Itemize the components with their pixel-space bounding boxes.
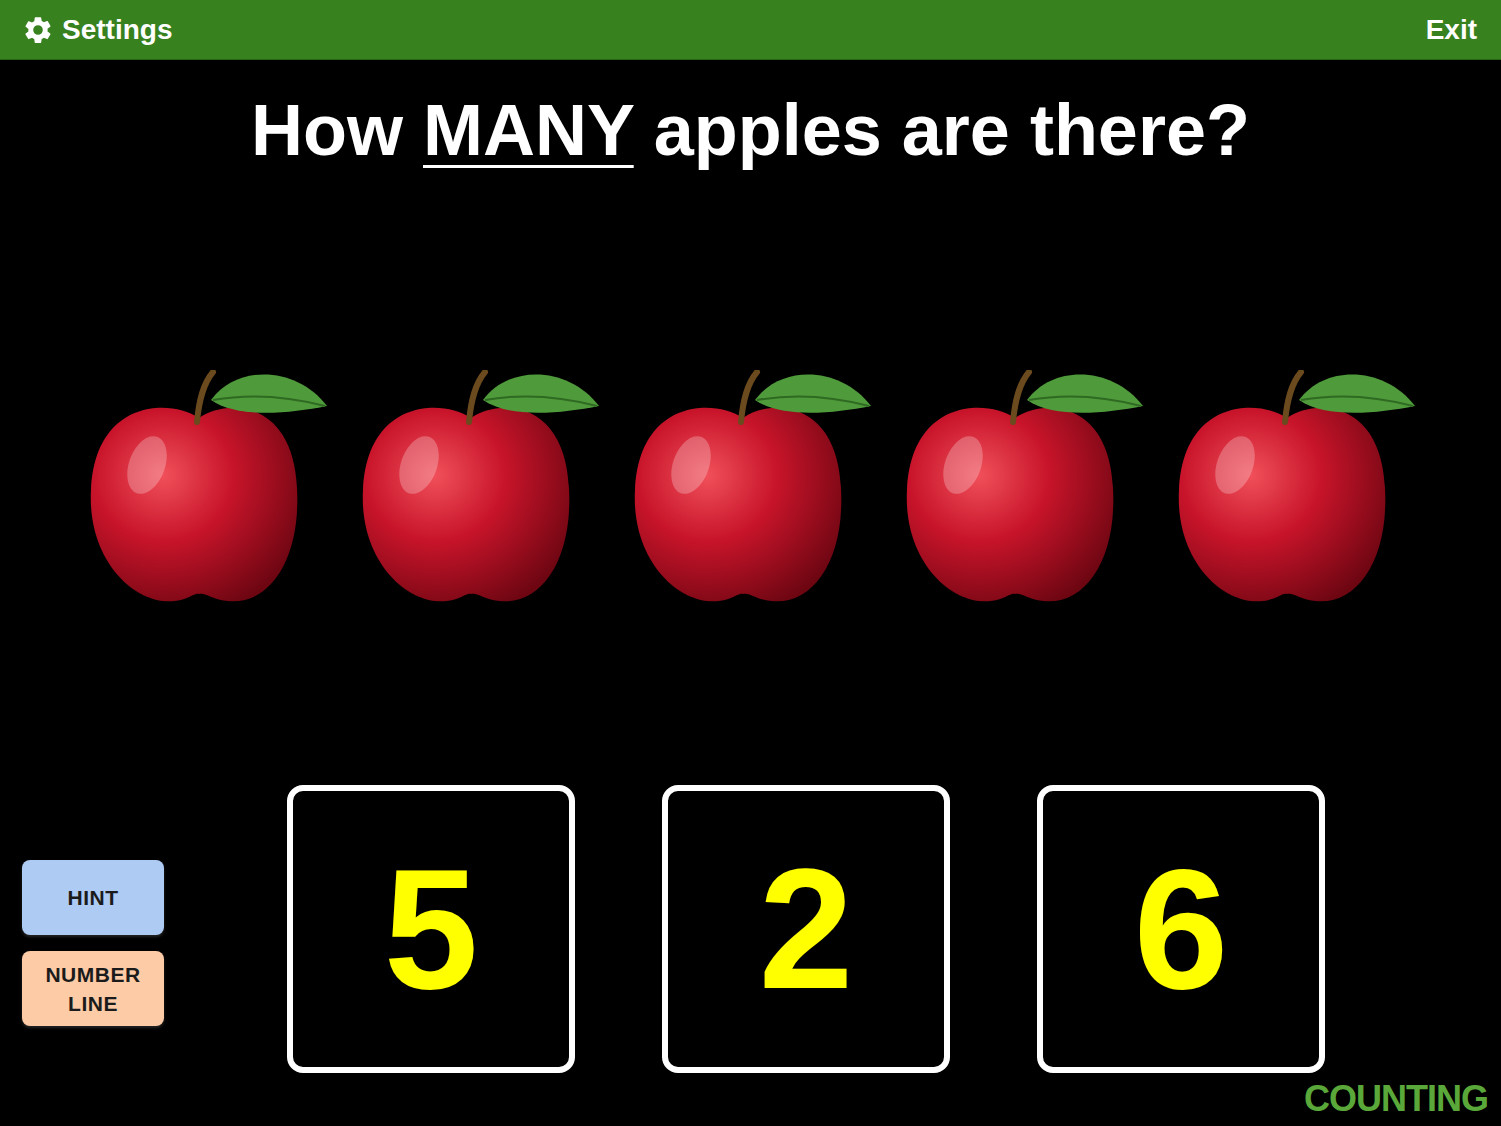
question-title: How MANY apples are there? (0, 87, 1501, 173)
mode-row: COUNTING (0, 1073, 1501, 1119)
exit-button[interactable]: Exit (1426, 13, 1477, 47)
answer-button[interactable]: 6 (1037, 785, 1325, 1073)
counting-game: Settings Exit How MANY apples are there? HI… (0, 0, 1501, 1119)
tool-button[interactable]: NUMBER LINE (22, 951, 164, 1026)
apple-icon (903, 370, 1143, 605)
apple-row (0, 370, 1501, 605)
answer-number: 5 (384, 844, 479, 1014)
tool-label: NUMBER LINE (45, 963, 140, 1015)
answer-number: 6 (1134, 844, 1229, 1014)
gear-icon (22, 14, 54, 46)
mode-label: COUNTING (1304, 1079, 1501, 1119)
tool-label: HINT (68, 886, 119, 909)
answer-area: HINT NUMBER LINE 5 2 6 (0, 785, 1501, 1073)
top-bar: Settings Exit (0, 0, 1501, 60)
answer-button[interactable]: 5 (287, 785, 575, 1073)
answer-number: 2 (759, 844, 854, 1014)
tool-buttons: HINT NUMBER LINE (22, 860, 164, 1026)
apple-icon (359, 370, 599, 605)
answer-button[interactable]: 2 (662, 785, 950, 1073)
question-part: apples are there? (634, 90, 1250, 170)
settings-button[interactable]: Settings (22, 13, 172, 47)
question-part: How (251, 90, 423, 170)
apple-icon (1175, 370, 1415, 605)
question-part: MANY (423, 90, 634, 170)
apple-icon (87, 370, 327, 605)
tool-button[interactable]: HINT (22, 860, 164, 935)
settings-label: Settings (62, 13, 172, 47)
answer-choices: 5 2 6 (287, 785, 1325, 1073)
apple-icon (631, 370, 871, 605)
